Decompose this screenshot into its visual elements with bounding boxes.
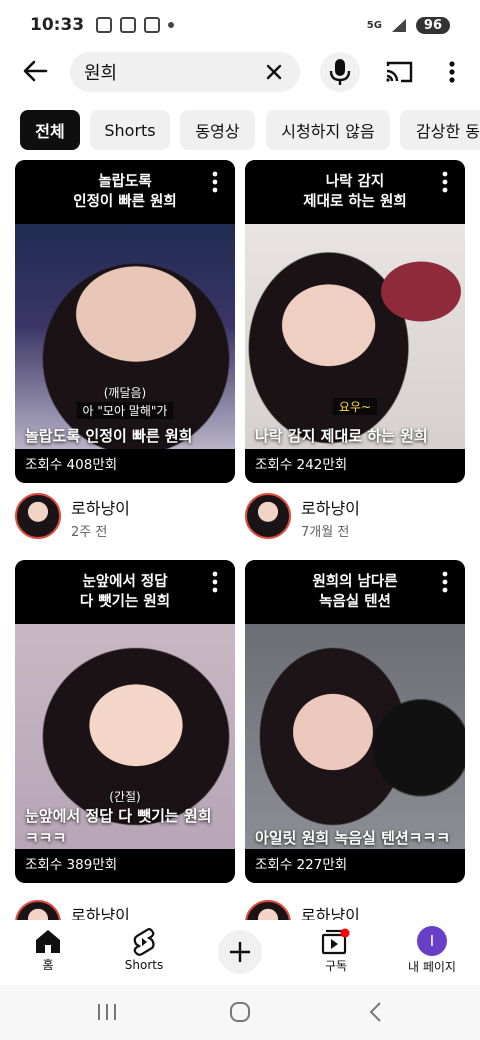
short-subtitle: (간절) xyxy=(109,790,141,804)
nav-home-label: 홈 xyxy=(42,957,54,972)
status-time: 10:33 xyxy=(30,15,85,35)
status-bar: 10:33 5G 96 xyxy=(0,0,480,50)
nav-shorts[interactable]: Shorts xyxy=(96,920,192,980)
short-meta: 로하냥이 7개월 전 xyxy=(245,493,465,543)
short-views: 조회수 389만회 xyxy=(25,857,118,873)
status-right: 5G 96 xyxy=(366,16,450,34)
filter-chips: 전체 Shorts 동영상 시청하지 않음 감상한 동 xyxy=(0,110,480,150)
more-vert-icon[interactable] xyxy=(207,570,223,594)
nav-home[interactable]: 홈 xyxy=(0,920,96,980)
voice-search-button[interactable] xyxy=(320,52,360,92)
short-caption: 나락 감지 제대로 하는 원희 xyxy=(255,427,428,445)
short-title-line: 제대로 하는 원희 xyxy=(303,194,407,210)
short-subtitle: 요우~ xyxy=(332,398,378,415)
channel-avatar[interactable] xyxy=(15,493,61,539)
screenshot-icon xyxy=(96,17,113,33)
plus-icon xyxy=(230,942,250,962)
upload-age: 2주 전 xyxy=(71,525,108,540)
network-type: 5G xyxy=(366,19,382,31)
arrow-left-icon xyxy=(23,60,48,82)
search-header: 원희 xyxy=(0,50,480,94)
short-views: 조회수 408만회 xyxy=(25,457,118,473)
notification-icons xyxy=(96,17,175,33)
short-card[interactable]: 눈앞에서 정답 다 뺏기는 원희 (간절) 눈앞에서 정답 다 뺏기는 원희 ㅋ… xyxy=(15,560,235,883)
chip-shorts[interactable]: Shorts xyxy=(90,110,170,150)
cast-icon xyxy=(386,61,413,83)
close-icon xyxy=(266,64,282,80)
search-query: 원희 xyxy=(84,63,118,84)
more-vert-icon[interactable] xyxy=(207,170,223,194)
recents-icon xyxy=(98,1004,116,1020)
cast-button[interactable] xyxy=(382,56,416,88)
short-views: 조회수 242만회 xyxy=(255,457,348,473)
home-icon xyxy=(36,929,60,953)
microphone-icon xyxy=(329,59,351,85)
short-subtitle: (깨달음) xyxy=(103,386,147,400)
voicemail-icon xyxy=(120,17,137,33)
back-system-button[interactable] xyxy=(362,999,388,1025)
short-title-overlay: 나락 감지 제대로 하는 원희 xyxy=(245,160,465,224)
battery-level: 96 xyxy=(415,16,450,34)
chip-watched[interactable]: 감상한 동 xyxy=(400,110,480,150)
nav-subscriptions[interactable]: 구독 xyxy=(288,920,384,980)
signal-icon xyxy=(391,19,406,32)
channel-avatar[interactable] xyxy=(245,493,291,539)
short-views: 조회수 227만회 xyxy=(255,857,348,873)
short-title-line: 녹음실 텐션 xyxy=(319,594,391,610)
short-caption: 아일릿 원희 녹음실 텐션ㅋㅋㅋ xyxy=(255,829,451,847)
short-card[interactable]: 나락 감지 제대로 하는 원희 요우~ 나락 감지 제대로 하는 원희 조회수 … xyxy=(245,160,465,483)
channel-name[interactable]: 로하냥이 xyxy=(301,495,360,519)
short-subtitle: 아 "모아 말해"가 xyxy=(76,402,174,419)
nav-shorts-label: Shorts xyxy=(124,958,164,972)
short-title-line: 놀랍도록 xyxy=(98,174,152,190)
app-notification-icon xyxy=(144,17,161,33)
more-options-button[interactable] xyxy=(440,56,464,88)
more-vert-icon[interactable] xyxy=(437,170,453,194)
short-thumbnail: 아일릿 원희 녹음실 텐션ㅋㅋㅋ xyxy=(245,624,465,849)
short-title-line: 다 뺏기는 원희 xyxy=(79,594,171,610)
short-thumbnail: (깨달음) 아 "모아 말해"가 놀랍도록 인정이 빠른 원희 xyxy=(15,224,235,449)
create-button[interactable] xyxy=(218,930,262,974)
short-thumbnail: 요우~ 나락 감지 제대로 하는 원희 xyxy=(245,224,465,449)
chip-all[interactable]: 전체 xyxy=(20,110,80,150)
nav-you[interactable]: I 내 페이지 xyxy=(384,920,480,980)
chevron-left-icon xyxy=(369,1002,381,1022)
short-title-overlay: 눈앞에서 정답 다 뺏기는 원희 xyxy=(15,560,235,624)
back-button[interactable] xyxy=(18,54,52,88)
clear-search-button[interactable] xyxy=(262,60,286,84)
short-caption: 눈앞에서 정답 다 뺏기는 원희 ㅋㅋㅋ xyxy=(25,807,212,847)
more-vert-icon[interactable] xyxy=(437,570,453,594)
profile-avatar: I xyxy=(417,925,447,956)
chip-videos[interactable]: 동영상 xyxy=(180,110,255,150)
search-input[interactable]: 원희 xyxy=(70,52,300,92)
short-meta: 로하냥이 2주 전 xyxy=(15,493,235,543)
short-title-line: 눈앞에서 정답 xyxy=(82,574,168,590)
recent-apps-button[interactable] xyxy=(94,999,120,1025)
chip-unwatched[interactable]: 시청하지 않음 xyxy=(266,110,390,150)
short-title-line: 원희의 남다른 xyxy=(312,574,398,590)
short-thumbnail: (간절) 눈앞에서 정답 다 뺏기는 원희 ㅋㅋㅋ xyxy=(15,624,235,849)
bottom-navigation: 홈 Shorts 구독 I 내 페이지 xyxy=(0,920,480,980)
short-card[interactable]: 놀랍도록 인정이 빠른 원희 (깨달음) 아 "모아 말해"가 놀랍도록 인정이… xyxy=(15,160,235,483)
system-navigation-bar xyxy=(0,985,480,1040)
screen: 10:33 5G 96 원희 전체 Shorts 동영상 시청하지 않음 감상한… xyxy=(0,0,480,1040)
upload-age: 7개월 전 xyxy=(301,525,350,540)
short-caption: 놀랍도록 인정이 빠른 원희 xyxy=(25,427,193,445)
nav-subscriptions-label: 구독 xyxy=(324,958,348,973)
subscriptions-icon xyxy=(321,928,350,954)
short-title-overlay: 원희의 남다른 녹음실 텐션 xyxy=(245,560,465,624)
short-title-line: 나락 감지 xyxy=(325,174,385,190)
short-title-line: 인정이 빠른 원희 xyxy=(73,194,177,210)
nav-you-label: 내 페이지 xyxy=(408,959,456,974)
shorts-icon xyxy=(133,928,155,956)
short-card[interactable]: 원희의 남다른 녹음실 텐션 아일릿 원희 녹음실 텐션ㅋㅋㅋ 조회수 227만… xyxy=(245,560,465,883)
more-notifications-dot xyxy=(168,22,175,28)
short-title-overlay: 놀랍도록 인정이 빠른 원희 xyxy=(15,160,235,224)
channel-name[interactable]: 로하냥이 xyxy=(71,495,130,519)
home-circle-icon xyxy=(230,1002,250,1022)
home-system-button[interactable] xyxy=(227,999,253,1025)
more-vert-icon xyxy=(449,61,455,83)
